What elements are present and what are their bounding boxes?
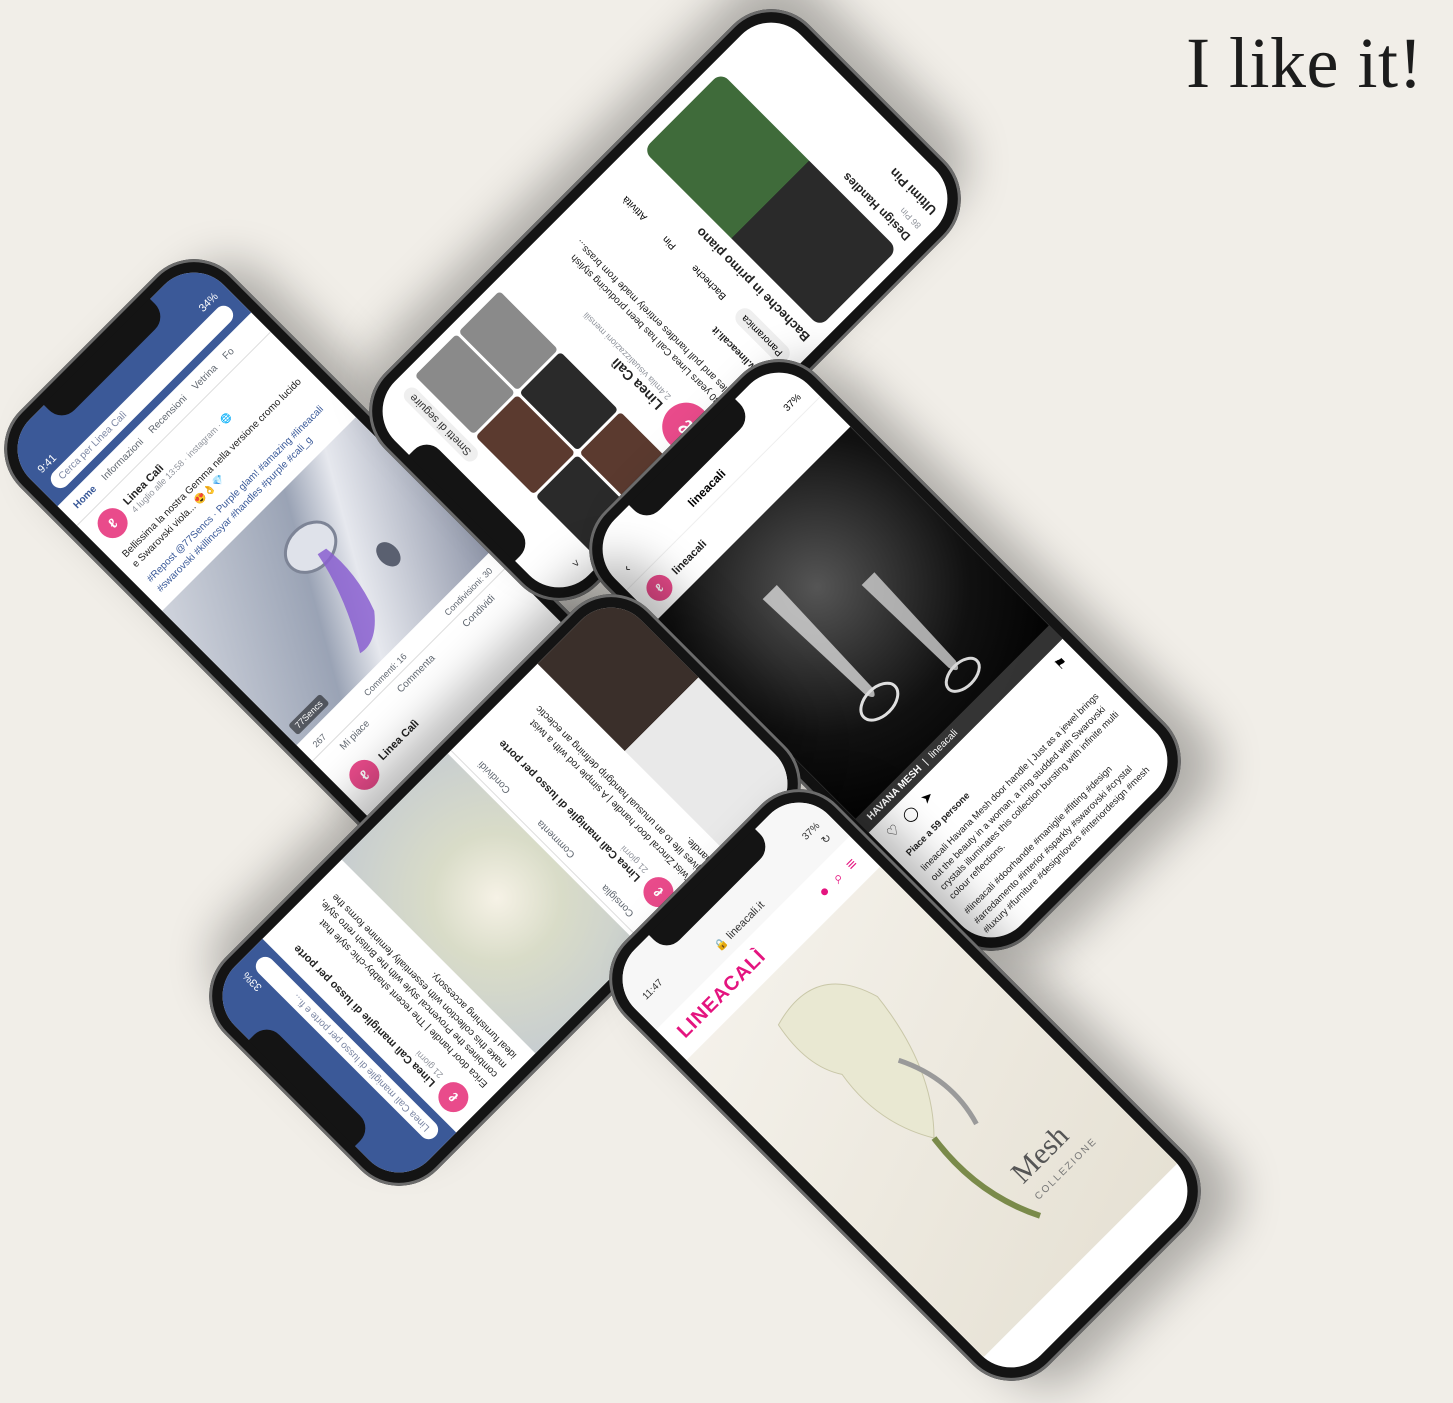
phone-screen: 11:47 37% 🔒 lineacali.it ↻ LINEACALÌ ● ⌕… — [605, 785, 1205, 1385]
user-icon[interactable]: ● — [815, 882, 835, 902]
post-username[interactable]: lineacali — [670, 538, 709, 577]
avatar[interactable]: ℓ — [641, 569, 678, 607]
reload-icon[interactable]: ↻ — [819, 831, 834, 847]
avatar[interactable]: ℓ — [432, 1075, 475, 1119]
photo-separator: | — [920, 757, 931, 768]
headline: I like it! — [1186, 23, 1423, 103]
back-icon[interactable]: ‹ — [621, 562, 634, 575]
avatar[interactable]: ℓ — [343, 753, 386, 797]
heart-icon[interactable]: ♡ — [883, 821, 904, 842]
page-name[interactable]: Linea Calì — [376, 718, 421, 763]
comment-icon[interactable]: ◯ — [899, 803, 922, 826]
status-battery: 37% — [781, 391, 804, 414]
menu-icon[interactable]: ≡ — [842, 855, 861, 874]
send-icon[interactable]: ➤ — [917, 787, 937, 807]
bookmark-icon[interactable]: ⚑ — [1051, 653, 1072, 674]
back-button[interactable]: < — [570, 554, 586, 569]
search-icon[interactable]: ⌕ — [829, 869, 848, 888]
tab-more[interactable]: Fo — [221, 346, 237, 362]
avatar[interactable]: ℓ — [91, 501, 134, 545]
